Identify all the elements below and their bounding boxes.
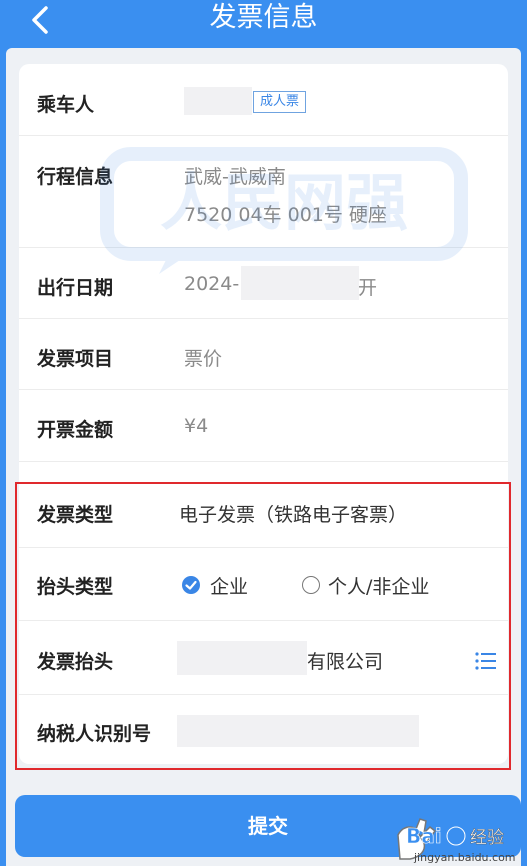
trip-row: 行程信息 武威-武威南 7520 04车 001号 硬座 [19, 136, 508, 248]
invoice-type-label: 发票类型 [37, 504, 114, 526]
tax-id-label: 纳税人识别号 [37, 723, 152, 745]
amount-row: 开票金额 ¥4 [19, 390, 508, 462]
amount-label: 开票金额 [37, 419, 114, 441]
item-row: 发票项目 票价 [19, 319, 508, 390]
radio-checked-icon[interactable] [182, 576, 200, 594]
passenger-row: 乘车人 成人票 [19, 64, 508, 136]
title-type-label: 抬头类型 [37, 576, 114, 598]
baidu-brand: Bai [406, 824, 442, 848]
date-masked [241, 266, 359, 300]
date-label: 出行日期 [37, 277, 114, 299]
passenger-label: 乘车人 [37, 94, 95, 116]
invoice-type-row: 发票类型 电子发票（铁路电子客票） [19, 478, 508, 548]
title-type-row: 抬头类型 企业 个人/非企业 [19, 548, 508, 621]
passenger-name-masked [184, 87, 252, 115]
page-title: 发票信息 [209, 2, 318, 33]
amount-value: ¥4 [184, 415, 209, 437]
trip-route: 武威-武威南 [184, 166, 286, 188]
invoice-card: 乘车人 成人票 行程信息 武威-武威南 7520 04车 001号 硬座 出行日… [19, 64, 508, 764]
date-row: 出行日期 2024- 开 [19, 248, 508, 319]
trip-train-seat: 7520 04车 001号 硬座 [184, 204, 387, 226]
invoice-type-value: 电子发票（铁路电子客票） [179, 504, 408, 526]
baidu-service: 经验 [470, 828, 504, 848]
tax-id-row: 纳税人识别号 [19, 695, 508, 764]
option-company[interactable]: 企业 [182, 568, 292, 602]
invoice-title-suffix: 有限公司 [307, 651, 384, 673]
date-suffix: 开 [358, 277, 378, 299]
content-panel: 乘车人 成人票 行程信息 武威-武威南 7520 04车 001号 硬座 出行日… [6, 48, 521, 866]
invoice-title-input[interactable] [177, 641, 307, 675]
baidu-url: jingyan.baidu.com [413, 851, 516, 864]
option-personal-label: 个人/非企业 [328, 576, 430, 598]
date-year: 2024- [184, 273, 240, 295]
option-company-label: 企业 [210, 576, 249, 598]
item-value: 票价 [184, 348, 223, 370]
radio-unchecked-icon[interactable] [302, 576, 320, 594]
invoice-title-label: 发票抬头 [37, 651, 114, 673]
item-label: 发票项目 [37, 348, 114, 370]
trip-label: 行程信息 [37, 166, 114, 188]
baidu-jingyan-watermark: Bai 经验 jingyan.baidu.com [397, 818, 516, 864]
option-personal[interactable]: 个人/非企业 [302, 568, 462, 602]
ticket-type-badge: 成人票 [253, 91, 307, 113]
tax-id-input[interactable] [177, 715, 419, 747]
header-bar: 发票信息 [0, 0, 527, 48]
invoice-title-row: 发票抬头 有限公司 [19, 621, 508, 695]
list-icon[interactable] [475, 651, 497, 671]
